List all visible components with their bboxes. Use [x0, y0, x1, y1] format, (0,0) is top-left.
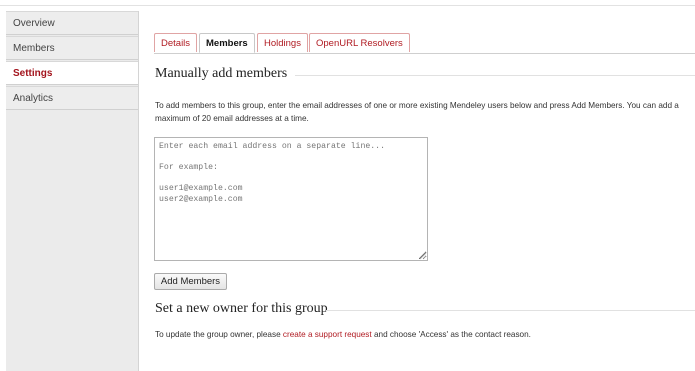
owner-text-after: and choose 'Access' as the contact reaso…	[371, 330, 531, 339]
add-members-heading: Manually add members	[155, 66, 288, 81]
sidebar: Overview Members Settings Analytics	[6, 11, 139, 371]
sidebar-item-overview[interactable]: Overview	[6, 11, 138, 35]
top-divider	[0, 0, 695, 6]
tab-bar: Details Members Holdings OpenURL Resolve…	[154, 31, 695, 54]
sidebar-item-members[interactable]: Members	[6, 36, 138, 60]
sidebar-item-settings[interactable]: Settings	[6, 61, 138, 85]
sidebar-item-analytics[interactable]: Analytics	[6, 86, 138, 110]
main-content: Details Members Holdings OpenURL Resolve…	[140, 11, 695, 371]
set-owner-heading: Set a new owner for this group	[155, 301, 328, 316]
owner-text-before: To update the group owner, please	[155, 330, 283, 339]
section-divider	[326, 310, 695, 311]
tab-members[interactable]: Members	[199, 33, 255, 53]
section-divider	[295, 75, 695, 76]
tab-openurl-resolvers[interactable]: OpenURL Resolvers	[309, 33, 410, 52]
set-owner-description: To update the group owner, please create…	[155, 330, 531, 339]
tab-holdings[interactable]: Holdings	[257, 33, 308, 52]
email-addresses-input[interactable]	[154, 137, 428, 261]
add-members-description: To add members to this group, enter the …	[155, 101, 679, 123]
add-members-button[interactable]: Add Members	[154, 273, 227, 290]
create-support-request-link[interactable]: create a support request	[283, 330, 372, 339]
tab-details[interactable]: Details	[154, 33, 198, 52]
